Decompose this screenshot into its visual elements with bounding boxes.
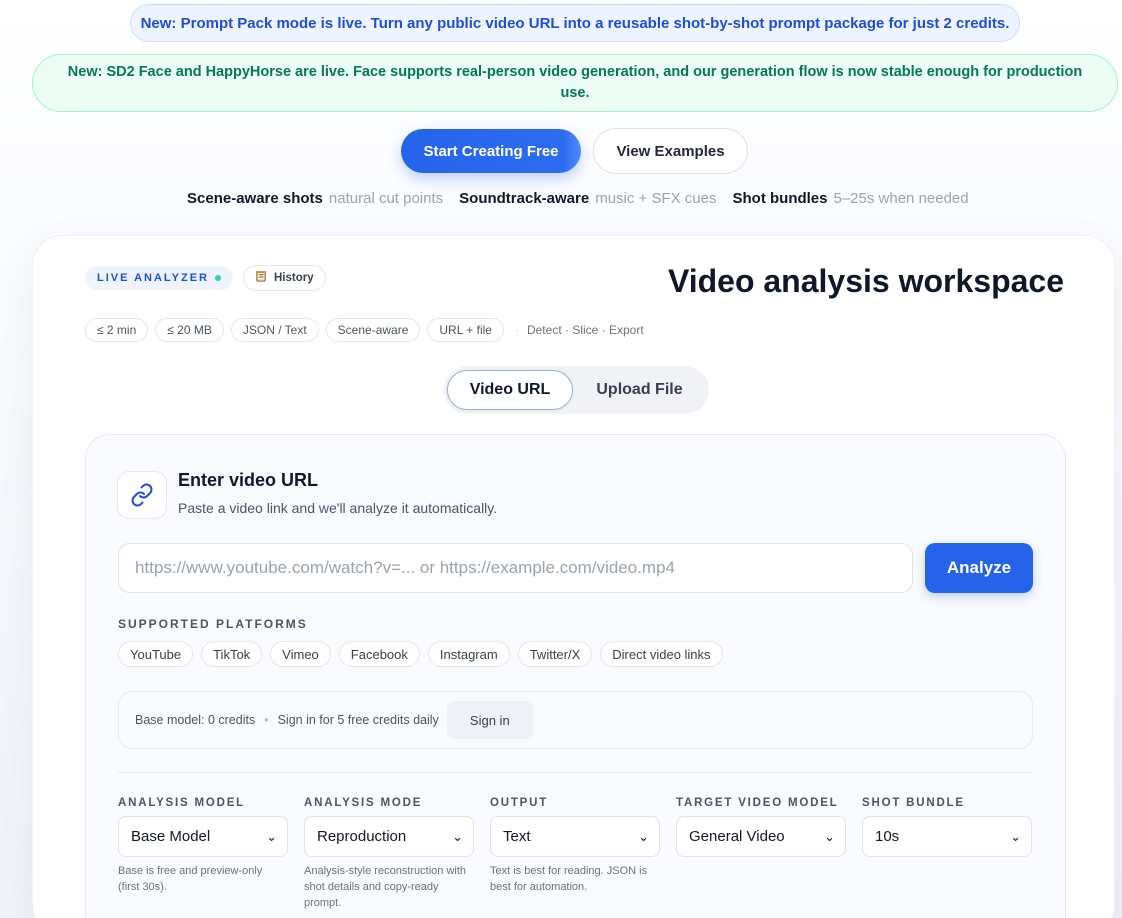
live-analyzer-badge: LIVE ANALYZER [85,266,233,290]
sign-in-button[interactable]: Sign in [446,701,533,739]
tag-source: URL + file [427,318,504,342]
chevron-down-icon: ⌄ [638,828,649,844]
divider [118,772,1033,773]
platform-direct-links: Direct video links [600,641,723,667]
shot-bundle-select[interactable]: 10s ⌄ [862,816,1032,857]
platform-instagram: Instagram [427,641,510,667]
tab-video-url[interactable]: Video URL [447,370,573,410]
source-toggle: Video URL Upload File [444,366,709,414]
tag-duration: ≤ 2 min [85,318,149,342]
platform-tiktok: TikTok [201,641,263,667]
chevron-down-icon: ⌄ [1010,828,1021,844]
view-examples-button[interactable]: View Examples [593,128,748,174]
credits-separator: • [264,713,269,727]
history-button[interactable]: History [243,265,326,291]
scroll-icon [255,270,268,286]
link-icon [117,471,167,519]
live-status-dot [214,275,221,281]
tag-size: ≤ 20 MB [155,318,224,342]
signin-note: Sign in for 5 free credits daily [277,713,439,727]
tab-upload-file[interactable]: Upload File [573,370,706,410]
platform-youtube: YouTube [118,641,194,667]
target-video-model-select[interactable]: General Video ⌄ [676,816,846,857]
sd2-face-banner-text: New: SD2 Face and HappyHorse are live. F… [67,64,1083,101]
analysis-mode-field: ANALYSIS MODE Reproduction ⌄ Analysis-st… [304,797,474,911]
prompt-pack-banner-text: New: Prompt Pack mode is live. Turn any … [140,14,1010,32]
feature-shot-bundles: Shot bundles 5–25s when needed [732,190,969,207]
output-select[interactable]: Text ⌄ [490,816,660,857]
url-panel-title: Enter video URL [178,470,319,490]
prompt-pack-banner: New: Prompt Pack mode is live. Turn any … [130,4,1020,42]
url-panel-subtitle: Paste a video link and we'll analyze it … [178,500,498,516]
analysis-mode-select[interactable]: Reproduction ⌄ [304,816,474,857]
chevron-down-icon: ⌄ [452,828,463,844]
target-video-model-field: TARGET VIDEO MODEL General Video ⌄ [676,797,846,911]
base-credits-text: Base model: 0 credits [135,713,256,727]
chevron-down-icon: ⌄ [266,828,277,844]
analyze-button[interactable]: Analyze [925,543,1033,593]
tag-scene-aware: Scene-aware [325,318,421,342]
url-panel: Enter video URL Paste a video link and w… [85,434,1066,918]
pipeline-meta: · Detect · Slice · Export [514,323,644,337]
analysis-options: ANALYSIS MODEL Base Model ⌄ Base is free… [118,797,1032,911]
chevron-down-icon: ⌄ [824,828,835,844]
platform-facebook: Facebook [338,641,420,667]
feature-soundtrack-aware: Soundtrack-aware music + SFX cues [459,190,717,207]
platform-twitter: Twitter/X [517,641,593,667]
feature-scene-aware: Scene-aware shots natural cut points [187,190,444,207]
analysis-model-field: ANALYSIS MODEL Base Model ⌄ Base is free… [118,797,288,911]
analysis-model-select[interactable]: Base Model ⌄ [118,816,288,857]
credits-box: Base model: 0 credits • Sign in for 5 fr… [118,691,1033,749]
capability-tags: ≤ 2 min ≤ 20 MB JSON / Text Scene-aware … [85,318,644,342]
platforms-label: SUPPORTED PLATFORMS [118,617,308,631]
output-field: OUTPUT Text ⌄ Text is best for reading. … [490,797,660,911]
analyzer-card: LIVE ANALYZER History Video analysis wor… [32,235,1115,918]
platform-vimeo: Vimeo [270,641,331,667]
shot-bundle-field: SHOT BUNDLE 10s ⌄ [862,797,1032,911]
video-url-input[interactable] [118,543,913,593]
start-creating-button[interactable]: Start Creating Free [401,129,581,173]
cta-row: Start Creating Free View Examples [401,128,748,174]
workspace-title: Video analysis workspace [667,263,1064,299]
feature-highlights: Scene-aware shots natural cut points Soun… [187,190,969,207]
sd2-face-banner: New: SD2 Face and HappyHorse are live. F… [32,54,1118,112]
tag-format: JSON / Text [230,318,319,342]
platform-list: YouTube TikTok Vimeo Facebook Instagram … [118,641,723,667]
